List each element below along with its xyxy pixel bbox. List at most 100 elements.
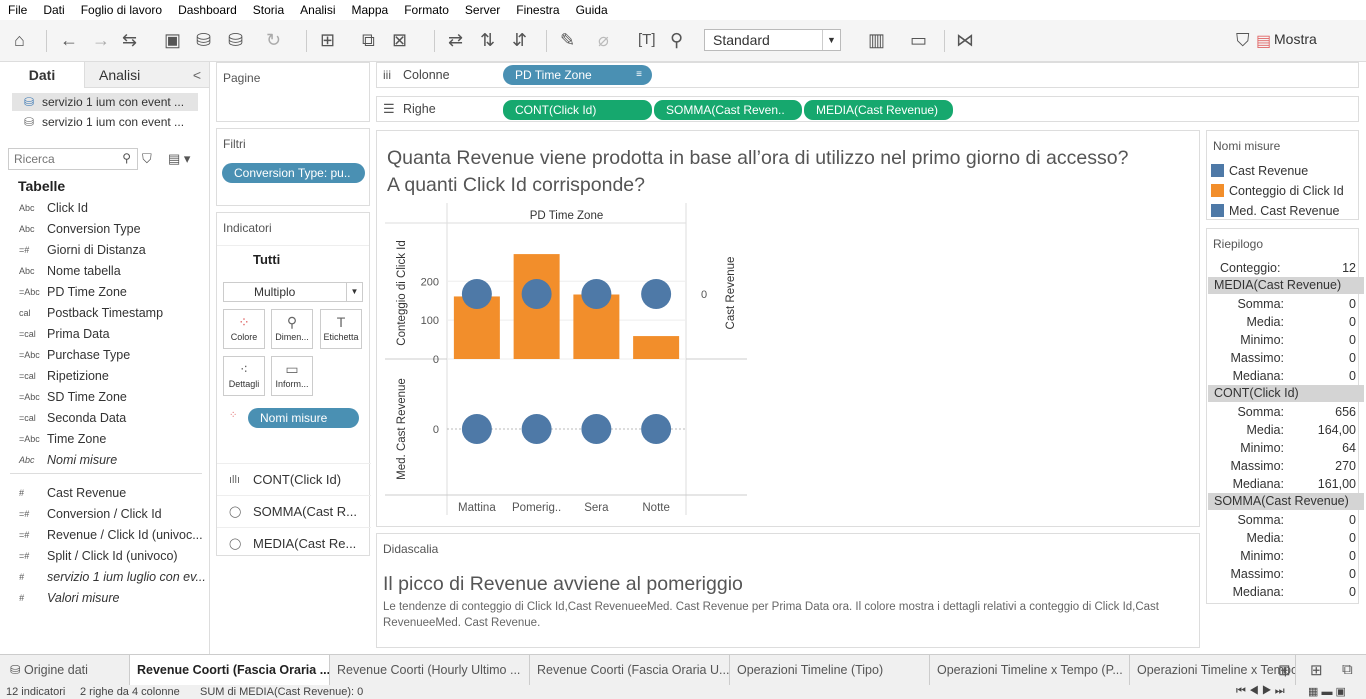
field-item[interactable]: =cal Prima Data [0, 324, 209, 345]
marks-all-tab[interactable]: Tutti [253, 252, 280, 267]
collapse-icon[interactable]: < [193, 62, 201, 88]
field-item[interactable]: # Cast Revenue [0, 483, 209, 504]
field-item[interactable]: # servizio 1 ium luglio con ev... [0, 567, 209, 588]
color-pill[interactable]: Nomi misure [248, 408, 359, 428]
field-item[interactable]: =cal Seconda Data [0, 408, 209, 429]
circle-mark[interactable] [521, 414, 552, 444]
rows-pill[interactable]: CONT(Click Id) [503, 100, 652, 120]
field-item[interactable]: Abc Click Id [0, 198, 209, 219]
sheet-tab[interactable]: Revenue Coorti (Fascia Oraria U... [530, 655, 730, 686]
filter-icon[interactable]: ⛉ [142, 151, 152, 167]
tab-analytics[interactable]: Analisi < [84, 62, 209, 88]
rows-shelf[interactable]: ☰ Righe CONT(Click Id) SOMMA(Cast Reven.… [376, 96, 1359, 122]
legend-item[interactable]: Conteggio di Click Id [1211, 184, 1344, 198]
home-icon[interactable]: ⌂ [14, 29, 25, 51]
bookmark-icon[interactable]: ⛉ [1236, 29, 1250, 51]
pin-icon[interactable]: ⚲ [670, 29, 683, 51]
filters-card[interactable]: Filtri Conversion Type: pu.. [216, 128, 370, 206]
view-toggle-icon[interactable]: ▦ ▬ ▣ [1308, 685, 1346, 698]
bar[interactable] [633, 336, 680, 359]
tab-data[interactable]: Dati [0, 62, 84, 88]
share-icon[interactable]: ⋈ [956, 29, 974, 51]
new-story-icon[interactable]: ⧉ [1342, 661, 1353, 678]
field-item[interactable]: =Abc Purchase Type [0, 345, 209, 366]
field-item[interactable]: =Abc Time Zone [0, 429, 209, 450]
sheet-tab[interactable]: Operazioni Timeline x Tempo (P... [930, 655, 1130, 686]
field-item[interactable]: cal Postback Timestamp [0, 303, 209, 324]
view-options-icon[interactable]: ▤ ▾ [168, 151, 190, 167]
menu-item[interactable]: File [0, 3, 35, 17]
circle-mark[interactable] [461, 414, 492, 444]
sheet-tab[interactable]: Operazioni Timeline (Tipo) [730, 655, 930, 686]
field-item[interactable]: =# Giorni di Distanza [0, 240, 209, 261]
clear-sheet-icon[interactable]: ⊠ [392, 29, 407, 51]
group-icon[interactable]: ⌀ [598, 29, 609, 51]
menu-item[interactable]: Dashboard [170, 3, 245, 17]
presentation-icon[interactable]: ▭ [910, 29, 927, 51]
field-item[interactable]: Abc Nomi misure [0, 450, 209, 471]
label-icon[interactable]: [T] [638, 29, 656, 51]
sheet-tab[interactable]: Revenue Coorti (Hourly Ultimo ... [330, 655, 530, 686]
detail-button[interactable]: ⁖ Dettagli [223, 356, 265, 396]
legend-item[interactable]: Cast Revenue [1211, 164, 1308, 178]
field-item[interactable]: =cal Ripetizione [0, 366, 209, 387]
pause-update-icon[interactable]: ⛁ [228, 29, 243, 51]
menu-item[interactable]: Formato [396, 3, 457, 17]
field-item[interactable]: =# Revenue / Click Id (univoc... [0, 525, 209, 546]
menu-item[interactable]: Storia [245, 3, 292, 17]
swap-icon[interactable]: ⇄ [448, 29, 463, 51]
datasource-item[interactable]: ⛁ servizio 1 ium con event ... [12, 93, 198, 111]
field-item[interactable]: # Valori misure [0, 588, 209, 609]
circle-mark[interactable] [581, 414, 612, 444]
redo-icon[interactable]: ⇆ [122, 29, 137, 51]
duplicate-sheet-icon[interactable]: ⧉ [362, 29, 375, 51]
columns-shelf[interactable]: iii Colonne PD Time Zone ≡ [376, 62, 1359, 88]
menu-item[interactable]: Finestra [508, 3, 567, 17]
highlight-icon[interactable]: ✎ [560, 29, 575, 51]
field-item[interactable]: =# Conversion / Click Id [0, 504, 209, 525]
nav-arrows-icon[interactable]: ⏮ ◀ ▶ ⏭ [1236, 685, 1285, 698]
size-button[interactable]: ⚲ Dimen... [271, 309, 313, 349]
sort-desc-icon[interactable]: ⇵ [512, 29, 527, 51]
circle-mark[interactable] [461, 279, 492, 309]
new-sheet-icon[interactable]: ⊞ [320, 29, 335, 51]
fit-select[interactable]: Standard ▼ [704, 29, 841, 51]
save-icon[interactable]: ▣ [164, 29, 181, 51]
field-item[interactable]: Abc Nome tabella [0, 261, 209, 282]
pages-card[interactable]: Pagine [216, 62, 370, 122]
search-box[interactable]: ⚲ [8, 148, 138, 170]
circle-mark[interactable] [581, 279, 612, 309]
back-icon[interactable]: ← [60, 29, 78, 51]
sort-asc-icon[interactable]: ⇅ [480, 29, 495, 51]
new-dashboard-icon[interactable]: ⊞ [1310, 661, 1323, 679]
mark-type-select[interactable]: Multiplo ▼ [223, 282, 363, 302]
sheet-tab[interactable]: Operazioni Timeline x Tempo (... [1130, 655, 1296, 686]
tooltip-button[interactable]: ▭ Inform... [271, 356, 313, 396]
field-item[interactable]: =Abc SD Time Zone [0, 387, 209, 408]
circle-mark[interactable] [521, 279, 552, 309]
refresh-icon[interactable]: ↻ [266, 29, 281, 51]
marks-measure-row[interactable]: ◯ SOMMA(Cast R... [217, 495, 371, 527]
show-cards-icon[interactable]: ▥ [868, 29, 885, 51]
forward-icon[interactable]: → [92, 29, 110, 51]
rows-pill[interactable]: SOMMA(Cast Reven.. [654, 100, 802, 120]
sheet-tab[interactable]: Revenue Coorti (Fascia Oraria ... [130, 655, 330, 686]
menu-item[interactable]: Analisi [292, 3, 343, 17]
show-me-button[interactable]: Mostra [1274, 31, 1317, 47]
field-item[interactable]: =# Split / Click Id (univoco) [0, 546, 209, 567]
field-item[interactable]: =Abc PD Time Zone [0, 282, 209, 303]
filter-pill[interactable]: Conversion Type: pu.. [222, 163, 365, 183]
tab-datasource[interactable]: ⛁ Origine dati [0, 655, 130, 686]
columns-pill[interactable]: PD Time Zone ≡ [503, 65, 652, 85]
circle-mark[interactable] [641, 414, 672, 444]
menu-item[interactable]: Server [457, 3, 508, 17]
label-button[interactable]: T Etichetta [320, 309, 362, 349]
menu-item[interactable]: Mappa [344, 3, 397, 17]
circle-mark[interactable] [641, 279, 672, 309]
datasource-item[interactable]: ⛁ servizio 1 ium con event ... [12, 113, 198, 131]
color-button[interactable]: ⁘ Colore [223, 309, 265, 349]
menu-item[interactable]: Dati [35, 3, 72, 17]
new-datasource-icon[interactable]: ⛁ [196, 29, 211, 51]
search-input[interactable] [9, 149, 113, 169]
new-worksheet-icon[interactable]: ⊞ [1278, 661, 1291, 679]
